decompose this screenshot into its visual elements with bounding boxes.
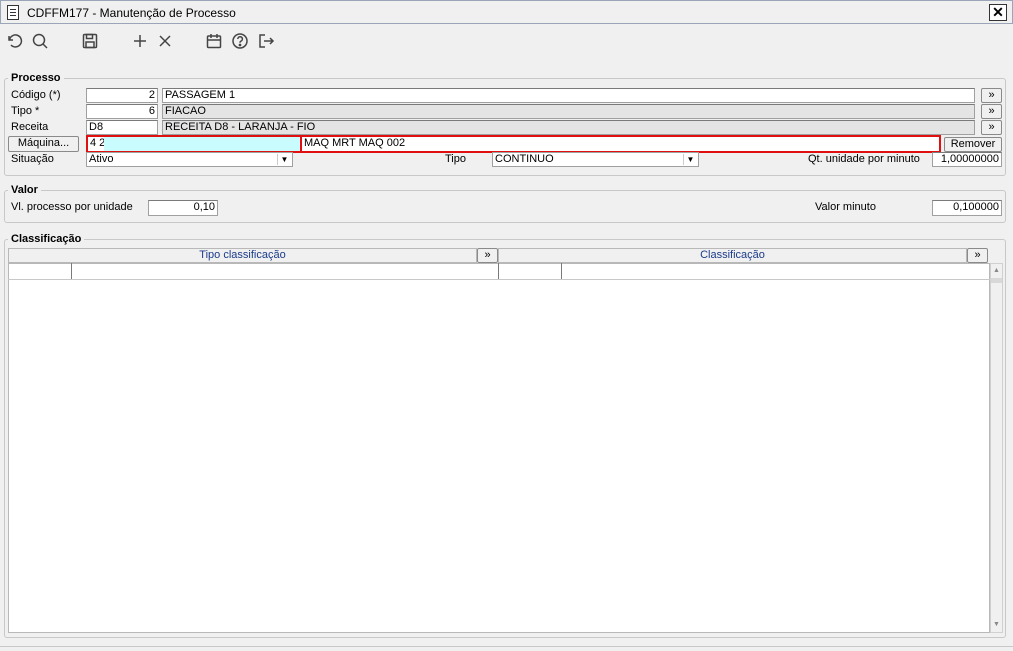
bottom-border <box>0 646 1013 651</box>
chevron-down-icon: ▼ <box>683 154 697 165</box>
column-header-tipo-classificacao[interactable]: Tipo classificação <box>8 248 477 263</box>
codigo-lookup-button[interactable]: » <box>981 88 1002 103</box>
maquina-description: MAQ MRT MAQ 002 <box>302 137 939 151</box>
valor-minuto-label: Valor minuto <box>815 201 876 213</box>
codigo-label: Código (*) <box>11 89 61 101</box>
document-icon <box>7 5 19 20</box>
vl-processo-label: Vl. processo por unidade <box>11 201 133 213</box>
receita-description: RECEITA D8 - LARANJA - FIO <box>162 120 975 135</box>
table-cell[interactable] <box>562 263 990 279</box>
valor-group-label: Valor <box>8 184 41 196</box>
vertical-scrollbar[interactable]: ▲ ▼ <box>990 263 1003 633</box>
receita-lookup-button[interactable]: » <box>981 120 1002 135</box>
remover-button[interactable]: Remover <box>944 137 1002 152</box>
tipo-description: FIACAO <box>162 104 975 119</box>
title-bar: CDFFM177 - Manutenção de Processo ✕ <box>0 0 1013 24</box>
tipo2-label: Tipo <box>445 153 466 165</box>
tipo2-value: CONTINUO <box>495 153 554 165</box>
classificacao-lookup-button[interactable]: » <box>967 248 988 263</box>
receita-label: Receita <box>11 121 49 133</box>
chevron-down-icon: ▼ <box>277 154 291 165</box>
exit-icon[interactable] <box>256 32 276 52</box>
table-cell[interactable] <box>8 263 72 279</box>
valor-minuto-field[interactable]: 0,100000 <box>932 200 1002 216</box>
delete-icon[interactable] <box>155 32 175 52</box>
search-icon[interactable] <box>30 32 50 52</box>
close-button[interactable]: ✕ <box>989 4 1007 21</box>
table-cell[interactable] <box>72 263 499 279</box>
column-header-classificacao[interactable]: Classificação <box>498 248 967 263</box>
codigo-description: PASSAGEM 1 <box>162 88 975 103</box>
window-title: CDFFM177 - Manutenção de Processo <box>27 6 236 20</box>
save-icon[interactable] <box>80 32 100 52</box>
help-icon[interactable] <box>230 32 250 52</box>
toolbar <box>0 24 1013 60</box>
processo-group-label: Processo <box>8 72 64 84</box>
undo-icon[interactable] <box>4 32 24 52</box>
maquina-code-field[interactable]: 4 2 <box>88 137 104 151</box>
table-cell[interactable] <box>499 263 562 279</box>
scroll-thumb[interactable] <box>991 278 1002 283</box>
tipo-label: Tipo * <box>11 105 40 117</box>
tipo2-dropdown[interactable]: CONTINUO ▼ <box>492 152 699 167</box>
maquina-code-field-2[interactable] <box>104 137 300 151</box>
table-row[interactable] <box>8 263 990 280</box>
tipo-classificacao-lookup-button[interactable]: » <box>477 248 498 263</box>
tipo-lookup-button[interactable]: » <box>981 104 1002 119</box>
maquina-button[interactable]: Máquina... <box>8 136 79 152</box>
calendar-icon[interactable] <box>204 32 224 52</box>
scroll-up-arrow-icon[interactable]: ▲ <box>991 264 1002 277</box>
classificacao-grid[interactable] <box>8 263 990 633</box>
tipo-field[interactable]: 6 <box>86 104 158 119</box>
receita-field[interactable]: D8 <box>86 120 158 135</box>
classificacao-group-label: Classificação <box>8 233 85 245</box>
codigo-field[interactable]: 2 <box>86 88 158 103</box>
situacao-value: Ativo <box>89 153 114 165</box>
add-icon[interactable] <box>130 32 150 52</box>
qt-unidade-field[interactable]: 1,00000000 <box>932 152 1002 167</box>
vl-processo-field[interactable]: 0,10 <box>148 200 218 216</box>
situacao-dropdown[interactable]: Ativo ▼ <box>86 152 293 167</box>
situacao-label: Situação <box>11 153 54 165</box>
scroll-down-arrow-icon[interactable]: ▼ <box>991 618 1002 631</box>
qt-unidade-label: Qt. unidade por minuto <box>808 153 920 165</box>
